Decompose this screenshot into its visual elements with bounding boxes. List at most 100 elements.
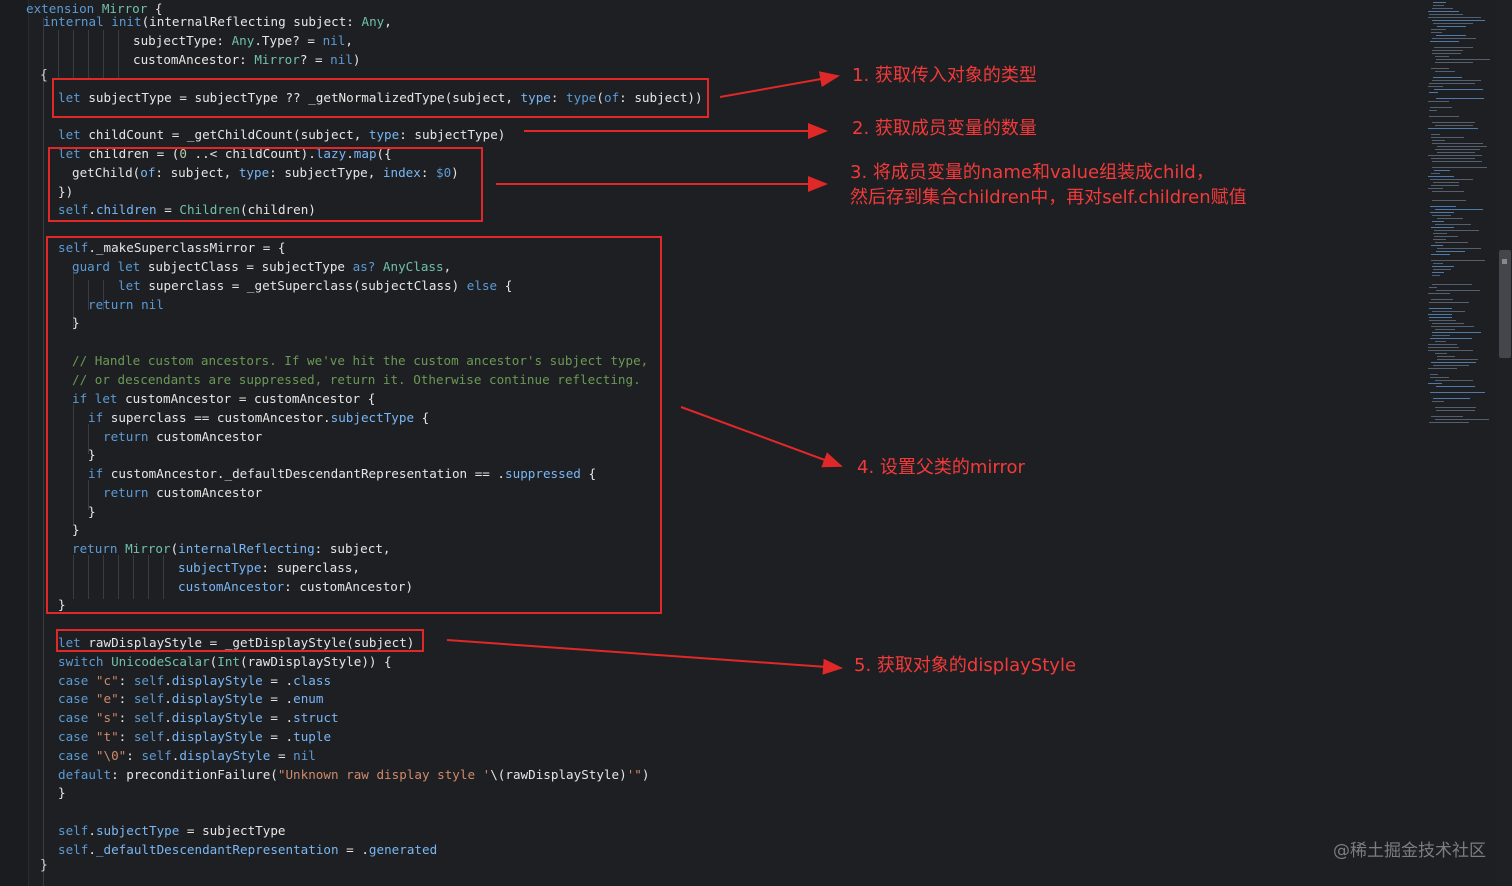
arrow-4 bbox=[680, 406, 843, 468]
minimap-line bbox=[1433, 365, 1469, 367]
minimap-line bbox=[1428, 368, 1457, 370]
minimap-line bbox=[1430, 338, 1472, 340]
minimap-line bbox=[1430, 212, 1454, 214]
minimap[interactable] bbox=[1425, 0, 1495, 430]
minimap-line bbox=[1430, 206, 1456, 208]
minimap-line bbox=[1432, 50, 1463, 52]
minimap-line bbox=[1432, 332, 1481, 334]
minimap-line bbox=[1429, 422, 1469, 424]
minimap-line bbox=[1431, 254, 1450, 256]
minimap-line bbox=[1429, 308, 1452, 310]
minimap-line bbox=[1432, 122, 1475, 124]
minimap-line bbox=[1437, 248, 1481, 250]
minimap-line bbox=[1431, 137, 1464, 139]
minimap-line bbox=[1431, 173, 1440, 175]
minimap-line bbox=[1431, 134, 1440, 136]
minimap-line bbox=[1431, 416, 1463, 418]
minimap-line bbox=[1429, 83, 1475, 85]
minimap-line bbox=[1435, 62, 1473, 64]
minimap-line bbox=[1430, 374, 1438, 376]
minimap-line bbox=[1432, 80, 1481, 82]
minimap-line bbox=[1437, 218, 1463, 220]
minimap-line bbox=[1433, 239, 1446, 241]
minimap-line bbox=[1428, 293, 1450, 295]
minimap-line bbox=[1431, 260, 1485, 262]
minimap-line bbox=[1436, 410, 1475, 412]
minimap-line bbox=[1428, 347, 1459, 349]
annotation-2: 2. 获取成员变量的数量 bbox=[852, 118, 1037, 139]
minimap-line bbox=[1431, 362, 1476, 364]
minimap-line bbox=[1432, 161, 1482, 163]
minimap-line bbox=[1435, 71, 1455, 73]
minimap-line bbox=[1430, 392, 1485, 394]
minimap-line bbox=[1433, 23, 1473, 25]
minimap-line bbox=[1429, 92, 1438, 94]
minimap-line bbox=[1437, 359, 1478, 361]
minimap-line bbox=[1428, 344, 1457, 346]
minimap-line bbox=[1432, 284, 1472, 286]
minimap-line bbox=[1433, 2, 1446, 4]
minimap-line bbox=[1433, 77, 1462, 79]
annotation-4: 4. 设置父类的mirror bbox=[857, 457, 1025, 478]
minimap-line bbox=[1432, 266, 1454, 268]
minimap-line bbox=[1437, 152, 1475, 154]
minimap-line bbox=[1436, 98, 1484, 100]
minimap-line bbox=[1432, 200, 1466, 202]
minimap-line bbox=[1432, 167, 1487, 169]
minimap-line bbox=[1435, 407, 1476, 409]
minimap-line bbox=[1431, 32, 1442, 34]
minimap-line bbox=[1435, 419, 1489, 421]
minimap-line bbox=[1434, 236, 1458, 238]
minimap-line bbox=[1428, 314, 1452, 316]
minimap-line bbox=[1437, 146, 1487, 148]
minimap-line bbox=[1432, 335, 1450, 337]
minimap-line bbox=[1432, 38, 1476, 40]
minimap-line bbox=[1437, 26, 1466, 28]
minimap-line bbox=[1435, 341, 1446, 343]
minimap-line bbox=[1436, 290, 1480, 292]
minimap-line bbox=[1429, 110, 1437, 112]
minimap-line bbox=[1432, 20, 1485, 22]
minimap-line bbox=[1429, 116, 1459, 118]
minimap-line bbox=[1435, 242, 1468, 244]
minimap-line bbox=[1435, 149, 1480, 151]
minimap-line bbox=[1431, 299, 1453, 301]
minimap-line bbox=[1428, 17, 1481, 19]
annotation-5: 5. 获取对象的displayStyle bbox=[854, 655, 1077, 676]
minimap-line bbox=[1431, 29, 1446, 31]
minimap-line bbox=[1433, 263, 1443, 265]
minimap-line bbox=[1429, 320, 1456, 322]
minimap-line bbox=[1432, 191, 1464, 193]
minimap-line bbox=[1433, 269, 1451, 271]
minimap-line bbox=[1430, 377, 1449, 379]
minimap-line bbox=[1432, 215, 1451, 217]
minimap-line bbox=[1434, 47, 1473, 49]
minimap-line bbox=[1428, 86, 1443, 88]
minimap-line bbox=[1428, 128, 1478, 130]
minimap-line bbox=[1435, 329, 1455, 331]
minimap-line bbox=[1429, 317, 1452, 319]
minimap-line bbox=[1432, 275, 1440, 277]
annotation-3-line-1: 3. 将成员变量的name和value组装成child， bbox=[850, 162, 1214, 183]
minimap-line bbox=[1432, 272, 1444, 274]
minimap-line bbox=[1435, 209, 1483, 211]
minimap-line bbox=[1432, 323, 1464, 325]
minimap-line bbox=[1435, 125, 1473, 127]
minimap-line bbox=[1435, 353, 1447, 355]
minimap-line bbox=[1428, 155, 1482, 157]
minimap-line bbox=[1429, 287, 1437, 289]
minimap-line bbox=[1431, 245, 1443, 247]
scrollbar-thumb[interactable] bbox=[1499, 250, 1511, 358]
minimap-line bbox=[1432, 221, 1444, 223]
minimap-line bbox=[1436, 59, 1490, 61]
minimap-line bbox=[1432, 140, 1445, 142]
code-editor[interactable]: extension Mirror {internal init(internal… bbox=[0, 0, 1512, 886]
minimap-line bbox=[1435, 380, 1473, 382]
minimap-line bbox=[1429, 14, 1463, 16]
minimap-line bbox=[1430, 41, 1459, 43]
minimap-line bbox=[1430, 107, 1452, 109]
minimap-line bbox=[1431, 326, 1474, 328]
minimap-line bbox=[1431, 227, 1454, 229]
vertical-scrollbar[interactable] bbox=[1497, 0, 1512, 886]
minimap-line bbox=[1435, 56, 1449, 58]
